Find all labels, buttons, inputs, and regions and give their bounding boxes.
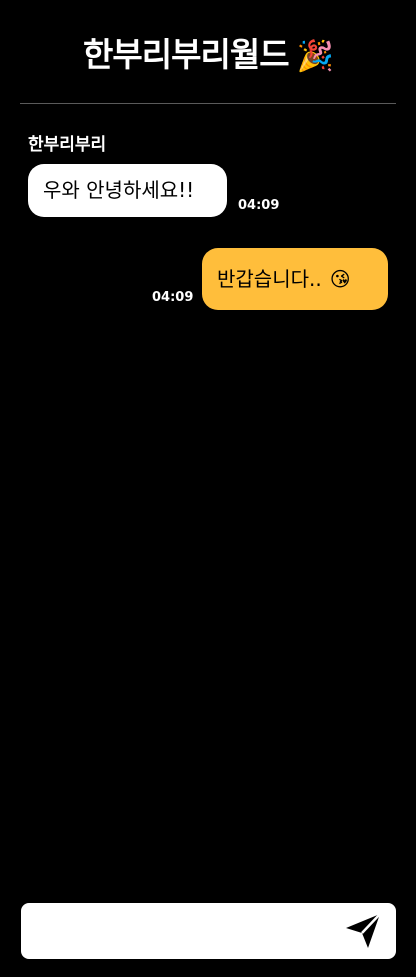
outgoing-message-time: 04:09 [152, 290, 194, 305]
chat-room-title-text: 한부리부리월드 [83, 35, 290, 74]
message-sender-name: 한부리부리 [28, 135, 107, 155]
chat-header: 한부리부리월드 🎉 [0, 0, 416, 104]
send-button[interactable] [341, 909, 385, 953]
party-popper-icon: 🎉 [296, 39, 334, 74]
kissing-face-icon: 😘 [329, 267, 351, 291]
header-divider [20, 103, 396, 104]
incoming-message-text: 우와 안녕하세요!! [43, 178, 195, 202]
outgoing-message-bubble: 반갑습니다.. 😘 [202, 248, 388, 310]
send-paper-plane-icon [346, 913, 381, 948]
incoming-message-time: 04:09 [238, 198, 280, 213]
incoming-message-bubble: 우와 안녕하세요!! [28, 164, 227, 217]
message-input[interactable] [35, 913, 335, 949]
message-composer [21, 903, 396, 959]
chat-room-title: 한부리부리월드 🎉 [0, 30, 416, 82]
outgoing-message-text: 반갑습니다.. [217, 267, 322, 291]
